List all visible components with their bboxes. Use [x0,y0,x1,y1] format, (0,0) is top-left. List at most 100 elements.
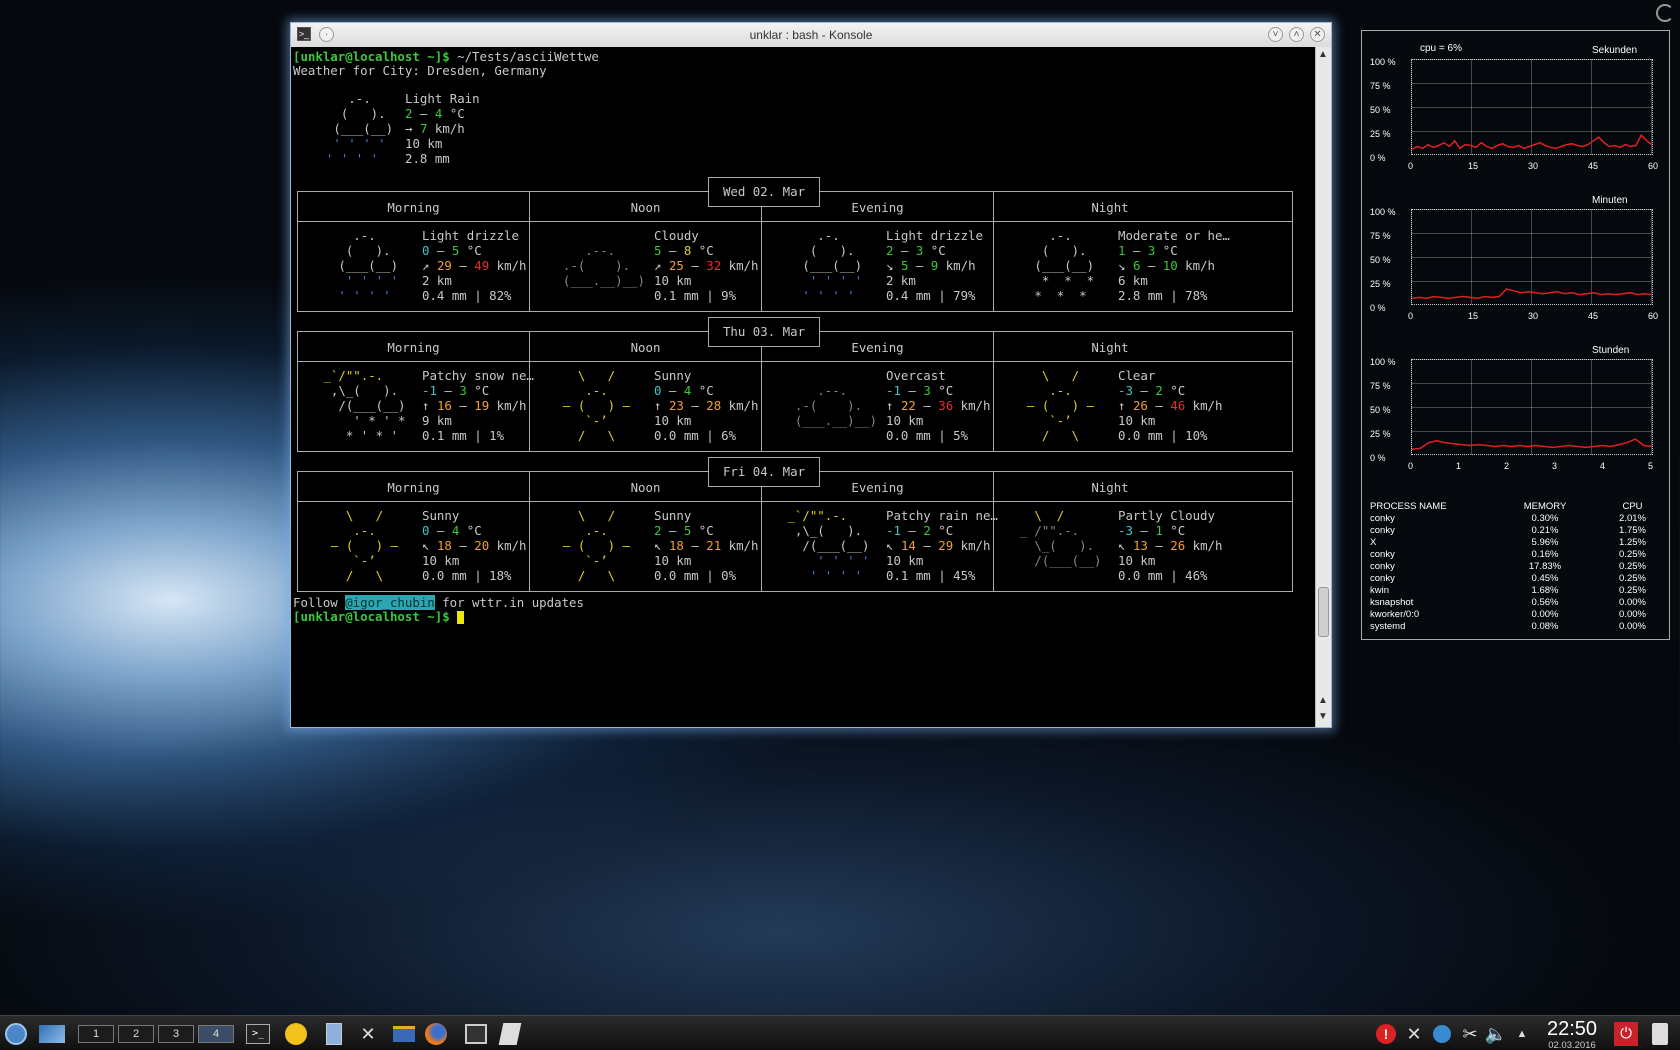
trash-icon[interactable] [1646,1021,1674,1047]
globe-icon[interactable] [1428,1021,1456,1047]
scroll-down-icon[interactable]: ▼ [1318,711,1328,722]
wind-unit: km/h [953,538,991,553]
wind-high: 20 [474,538,490,553]
file-manager-icon[interactable] [320,1021,348,1047]
precipitation: 0.1 mm | 45% [886,568,976,583]
wind-high: 36 [938,398,954,413]
art-line: .-. [548,383,631,398]
wind-direction-icon: ↑ [654,398,662,413]
scroll-down-icon[interactable]: ▲ [1318,695,1328,706]
alert-icon[interactable]: ! [1372,1021,1400,1047]
x-tick-label: 45 [1588,311,1599,321]
process-memory: 5.96% [1531,537,1559,548]
wind-high: 21 [706,538,722,553]
tools-icon[interactable]: ✕ [354,1021,382,1047]
terminal-app-icon[interactable]: >_ [297,27,311,41]
weather-info: Sunny 0 – 4 °C ↑ 23 – 28 km/h 10 km 0.0 mm |… [654,368,758,443]
art-line: `-’ [1012,413,1095,428]
cashew-widget-icon[interactable] [1656,4,1674,22]
art-line: ' * ' * [316,413,406,428]
scroll-up-icon[interactable]: ▲ [1318,49,1328,60]
process-name: conky [1370,561,1395,572]
volume-icon[interactable]: 🔈 [1482,1021,1510,1047]
ksnapshot-icon[interactable] [496,1021,524,1047]
weather-art: .--. .-( ). (___.__)__) [548,228,645,303]
wind-unit: km/h [721,258,759,273]
cpu-graph [1411,209,1653,305]
forecast-cell: \ / .-. ‒ ( ) ‒ `-’ / \ Sunny 0 – 4 °C ↖ 1… [298,508,529,588]
wind-unit: km/h [489,538,527,553]
prompt-line: [unklar@localhost ~]$ [293,609,465,624]
art-line: ' ' ' ' [780,288,863,303]
condition-text: Patchy snow ne… [422,368,534,383]
wind-high: 28 [706,398,722,413]
follow-text-pre: Follow [293,595,346,610]
wind-low: 22 [900,398,916,413]
condition-text: Sunny [422,508,460,523]
screen-icon[interactable] [462,1021,490,1047]
konsole-window[interactable]: >_ · unklar : bash - Konsole ˅ ˄ ✕ [unkl… [290,22,1332,728]
maximize-button[interactable]: ˄ [1289,27,1304,42]
konsole-task-icon[interactable]: >_ [244,1021,272,1047]
pin-button[interactable]: · [319,27,334,42]
text-cursor [457,611,465,624]
y-tick-label: 75 % [1370,81,1391,91]
logout-icon[interactable]: ⏻ [1612,1021,1640,1047]
art-line: \ / [548,368,631,383]
scrollbar-thumb[interactable] [1318,587,1329,637]
visibility: 10 km [886,413,924,428]
process-name: ksnapshot [1370,597,1414,608]
tray-expand-icon[interactable]: ▲ [1508,1021,1536,1047]
x-tick-label: 30 [1528,161,1539,171]
scrollbar[interactable]: ▲ ▲ ▼ [1315,47,1331,727]
art-line: ' ' ' ' [780,553,870,568]
day-date-label: Thu 03. Mar [708,317,820,347]
graph-line [1412,288,1652,300]
clipboard-icon[interactable]: ✂ [1456,1021,1484,1047]
process-row: conky 0.30% 2.01% [1370,513,1665,525]
firefox-icon[interactable] [422,1021,450,1047]
close-button[interactable]: ✕ [1310,27,1325,42]
show-desktop-icon[interactable] [38,1021,66,1047]
precipitation: 0.0 mm | 0% [654,568,737,583]
wind-dash: – [915,538,939,553]
art-line: ' ' ' ' [780,273,870,288]
wind-low: 23 [668,398,684,413]
terminal-area[interactable]: [unklar@localhost ~]$ ~/Tests/asciiWettw… [293,47,1315,727]
network-icon[interactable]: ✕ [1400,1021,1428,1047]
wind-dash: – [915,398,939,413]
twitter-handle-link[interactable]: @igor_chubin [345,595,435,610]
period-column: Evening .--. .-( ). (___.__)__) Overcast… [762,332,994,451]
visibility: 10 km [654,273,692,288]
condition-text: Partly Cloudy [1118,508,1215,523]
art-line: (___.__)__) [780,413,877,428]
y-tick-label: 50 % [1370,255,1391,265]
graph-line [1412,133,1652,150]
wind-direction-icon: ↑ [886,398,894,413]
desktop-pager-1[interactable]: 1 [78,1025,114,1043]
period-column: Night .-. ( ). (___(__) * * * * * * Mode… [994,192,1230,311]
minimize-button[interactable]: ˅ [1268,27,1283,42]
desktop-pager-4[interactable]: 4 [198,1025,234,1043]
network-tool-icon[interactable] [390,1021,418,1047]
art-line: .-( ). [548,258,631,273]
temp-unit: °C [923,243,946,258]
art-line [780,428,877,443]
process-row: conky 0.21% 1.75% [1370,525,1665,537]
desktop-pager-2[interactable]: 2 [118,1025,154,1043]
art-line: .-( ). [780,398,863,413]
window-titlebar[interactable]: >_ · unklar : bash - Konsole ˅ ˄ ✕ [291,23,1331,47]
condition-text: Moderate or he… [1118,228,1230,243]
weather-info: Sunny 2 – 5 °C ↖ 18 – 21 km/h 10 km 0.0 mm |… [654,508,758,583]
smiley-icon[interactable] [282,1021,310,1047]
desktop-pager-3[interactable]: 3 [158,1025,194,1043]
clock[interactable]: 22:50 02.03.2016 [1540,1018,1604,1050]
wind-low: 18 [668,538,684,553]
temp-dash: – [661,383,684,398]
weather-art: .--. .-( ). (___.__)__) [780,368,877,443]
current-weather-art: .-. ( ). (___(__) ' ' ' ' ' ' ' ' [311,91,408,166]
day-table: Morning \ / .-. ‒ ( ) ‒ `-’ / \ Sunny 0 –… [297,471,1293,592]
app-launcher-icon[interactable] [2,1021,30,1047]
period-name: Morning [387,340,440,355]
wind-unit: km/h [721,398,759,413]
